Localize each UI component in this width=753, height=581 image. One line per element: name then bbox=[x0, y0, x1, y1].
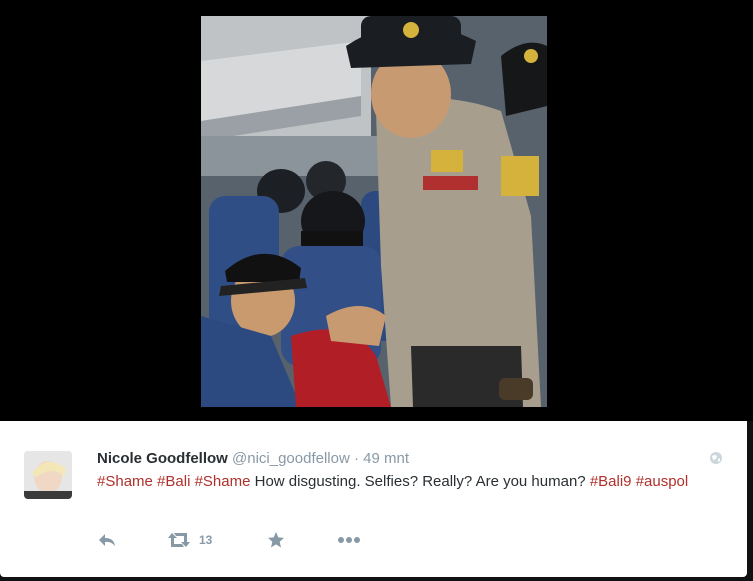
hashtag-link[interactable]: #auspol bbox=[636, 473, 689, 490]
retweet-count: 13 bbox=[199, 533, 213, 547]
globe-icon bbox=[710, 452, 722, 464]
author-avatar[interactable] bbox=[24, 451, 72, 499]
reply-icon bbox=[99, 534, 115, 546]
right-edge-strip bbox=[747, 421, 753, 581]
retweet-button[interactable]: 13 bbox=[167, 532, 267, 548]
tweet-timestamp[interactable]: 49 mnt bbox=[363, 450, 409, 467]
tweet-text-segment: How disgusting. Selfies? Really? Are you… bbox=[250, 473, 590, 490]
tweet-header: Nicole Goodfellow @nici_goodfellow · 49 … bbox=[97, 449, 409, 469]
avatar-image bbox=[24, 451, 72, 499]
more-dots-icon bbox=[338, 537, 360, 543]
more-button[interactable] bbox=[337, 536, 367, 544]
star-icon bbox=[268, 532, 284, 548]
tweet-photo[interactable] bbox=[201, 16, 547, 407]
hashtag-link[interactable]: #Shame bbox=[97, 473, 153, 490]
photo-backdrop bbox=[0, 0, 753, 421]
author-name[interactable]: Nicole Goodfellow bbox=[97, 450, 228, 467]
hashtag-link[interactable]: #Bali bbox=[157, 473, 190, 490]
bottom-edge-strip bbox=[0, 577, 753, 581]
author-handle[interactable]: @nici_goodfellow bbox=[232, 450, 350, 467]
tweet-card: Nicole Goodfellow @nici_goodfellow · 49 … bbox=[0, 421, 747, 577]
retweet-icon bbox=[168, 533, 190, 547]
tweet-actions: 13 bbox=[97, 528, 367, 552]
tweet-text: #Shame #Bali #Shame How disgusting. Self… bbox=[97, 471, 737, 492]
header-separator: · bbox=[353, 450, 359, 467]
photo-image bbox=[201, 16, 547, 407]
hashtag-link[interactable]: #Shame bbox=[195, 473, 251, 490]
favorite-button[interactable] bbox=[267, 531, 337, 549]
hashtag-link[interactable]: #Bali9 bbox=[590, 473, 632, 490]
reply-button[interactable] bbox=[97, 532, 167, 548]
